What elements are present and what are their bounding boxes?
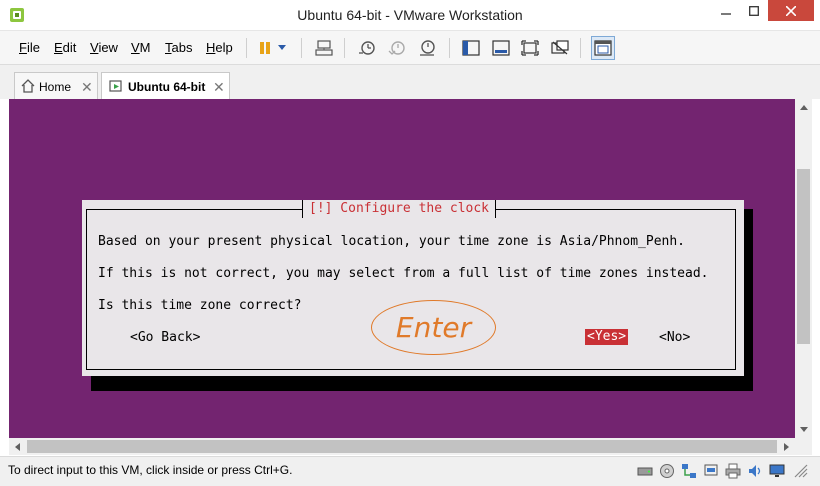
toolbar-separator bbox=[449, 38, 450, 58]
minimize-button[interactable] bbox=[712, 0, 740, 21]
menu-tabs-label: abs bbox=[171, 40, 193, 55]
send-ctrl-alt-del-icon bbox=[315, 40, 333, 56]
menu-view-label: iew bbox=[98, 40, 118, 55]
dropdown-icon bbox=[278, 45, 286, 50]
printer-icon[interactable] bbox=[725, 463, 741, 479]
tab-ubuntu-label: Ubuntu 64-bit bbox=[128, 80, 206, 94]
horizontal-scrollbar[interactable] bbox=[9, 438, 795, 455]
full-screen-button[interactable] bbox=[519, 37, 541, 59]
menu-help[interactable]: Help bbox=[206, 40, 233, 55]
console-view-icon bbox=[594, 40, 612, 56]
toolbar-separator bbox=[246, 38, 247, 58]
minimize-icon bbox=[721, 12, 731, 15]
tab-strip: Home ✕ Ubuntu 64-bit ✕ bbox=[0, 65, 820, 100]
menu-vm-accel: V bbox=[131, 40, 140, 55]
dialog-text-line: If this is not correct, you may select f… bbox=[98, 266, 709, 281]
menu-file-accel: F bbox=[19, 40, 27, 55]
toolbar-separator bbox=[580, 38, 581, 58]
messages-icon[interactable] bbox=[793, 463, 809, 479]
display-icon[interactable] bbox=[769, 463, 785, 479]
home-icon bbox=[21, 79, 35, 96]
status-text: To direct input to this VM, click inside… bbox=[8, 463, 293, 477]
menu-help-accel: H bbox=[206, 40, 216, 55]
dialog-question: Is this time zone correct? bbox=[98, 298, 302, 313]
maximize-button[interactable] bbox=[740, 0, 768, 21]
vm-icon bbox=[109, 79, 123, 96]
cd-dvd-icon[interactable] bbox=[659, 463, 675, 479]
go-back-button[interactable]: <Go Back> bbox=[130, 330, 200, 346]
pause-icon bbox=[260, 42, 270, 54]
tab-home-label: Home bbox=[39, 80, 72, 94]
title-bar: Ubuntu 64-bit - VMware Workstation bbox=[0, 0, 820, 31]
enter-annotation: Enter bbox=[371, 300, 496, 355]
snapshot-icon bbox=[359, 41, 375, 55]
tab-home-close-icon[interactable]: ✕ bbox=[81, 79, 93, 96]
menu-file[interactable]: File bbox=[19, 40, 40, 55]
scroll-left-arrow-icon[interactable] bbox=[9, 438, 26, 455]
vertical-scroll-thumb[interactable] bbox=[797, 169, 810, 344]
hard-disk-icon[interactable] bbox=[637, 463, 653, 479]
menu-edit[interactable]: Edit bbox=[54, 40, 76, 55]
show-library-icon bbox=[462, 40, 480, 56]
close-button[interactable] bbox=[768, 0, 814, 21]
vm-console[interactable]: [!] Configure the clock Based on your pr… bbox=[9, 99, 795, 438]
enter-annotation-text: Enter bbox=[395, 311, 472, 344]
toolbar-separator bbox=[344, 38, 345, 58]
dialog-text-line: Based on your present physical location,… bbox=[98, 234, 685, 249]
tab-home[interactable]: Home ✕ bbox=[14, 72, 98, 99]
vertical-scrollbar[interactable] bbox=[795, 99, 812, 438]
revert-snapshot-button[interactable] bbox=[386, 37, 408, 59]
menu-file-label: ile bbox=[26, 40, 40, 55]
window-title: Ubuntu 64-bit - VMware Workstation bbox=[297, 7, 523, 23]
dialog-title: [!] Configure the clock bbox=[302, 200, 497, 218]
scroll-down-arrow-icon[interactable] bbox=[795, 421, 812, 438]
snapshot-manager-button[interactable] bbox=[416, 37, 438, 59]
unity-icon bbox=[551, 40, 569, 55]
menu-edit-accel: E bbox=[54, 40, 63, 55]
yes-button[interactable]: <Yes> bbox=[585, 329, 629, 345]
scrollbar-corner bbox=[795, 438, 812, 455]
network-icon[interactable] bbox=[681, 463, 697, 479]
full-screen-icon bbox=[521, 40, 539, 56]
revert-snapshot-icon bbox=[388, 41, 405, 55]
console-view-button[interactable] bbox=[591, 36, 615, 60]
menu-edit-label: dit bbox=[62, 40, 77, 55]
tab-ubuntu[interactable]: Ubuntu 64-bit ✕ bbox=[101, 72, 230, 100]
power-dropdown-button[interactable] bbox=[275, 37, 289, 59]
configure-clock-dialog: [!] Configure the clock Based on your pr… bbox=[82, 200, 744, 376]
menu-view[interactable]: View bbox=[90, 40, 118, 55]
horizontal-scroll-thumb[interactable] bbox=[27, 440, 777, 453]
send-ctrl-alt-del-button[interactable] bbox=[313, 37, 335, 59]
status-bar: To direct input to this VM, click inside… bbox=[0, 456, 820, 486]
take-snapshot-button[interactable] bbox=[356, 37, 378, 59]
no-button[interactable]: <No> bbox=[659, 330, 690, 346]
scroll-right-arrow-icon[interactable] bbox=[778, 438, 795, 455]
quick-switch-icon bbox=[492, 40, 510, 56]
menu-vm[interactable]: VM bbox=[131, 40, 151, 55]
menu-vm-label: M bbox=[139, 40, 151, 55]
tab-ubuntu-close-icon[interactable]: ✕ bbox=[213, 79, 225, 96]
toolbar-separator bbox=[301, 38, 302, 58]
menu-tabs[interactable]: Tabs bbox=[165, 40, 192, 55]
show-library-button[interactable] bbox=[460, 37, 482, 59]
pause-button[interactable] bbox=[254, 37, 276, 59]
quick-switch-button[interactable] bbox=[490, 37, 512, 59]
sound-icon[interactable] bbox=[747, 463, 763, 479]
unity-button[interactable] bbox=[549, 37, 571, 59]
close-icon bbox=[786, 5, 796, 16]
scroll-up-arrow-icon[interactable] bbox=[795, 99, 812, 116]
maximize-icon bbox=[749, 5, 759, 16]
usb-icon[interactable] bbox=[703, 463, 719, 479]
snapshot-manager-icon bbox=[420, 40, 435, 56]
menu-help-label: elp bbox=[215, 40, 233, 55]
menu-toolbar: File Edit View VM Tabs Help bbox=[0, 31, 820, 65]
